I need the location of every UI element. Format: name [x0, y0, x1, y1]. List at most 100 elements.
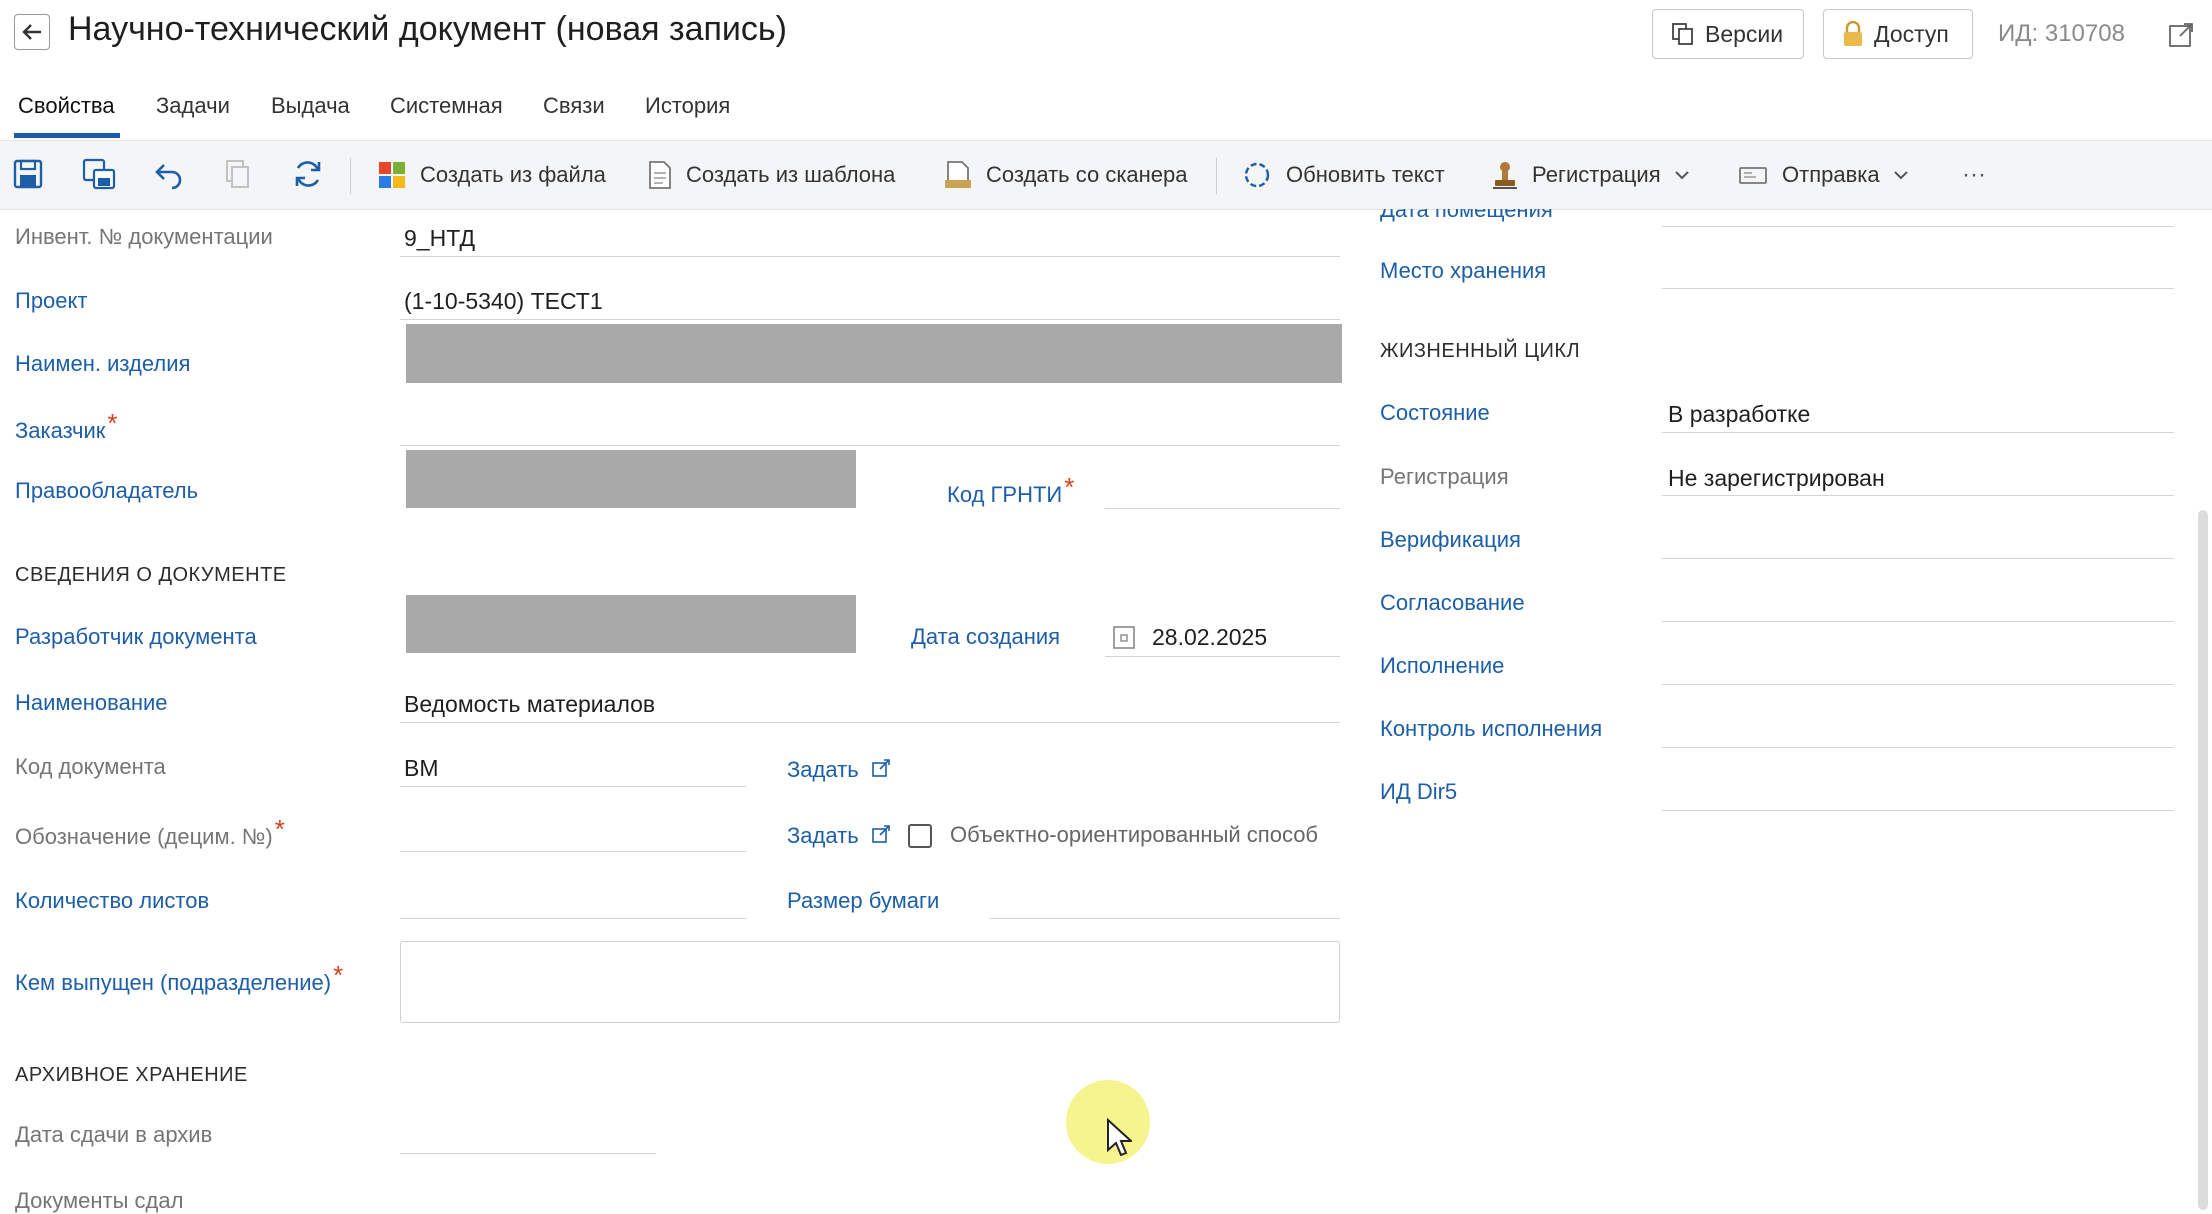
external-link-icon	[871, 825, 890, 843]
designation-label: Обозначение (децим. №)*	[15, 814, 285, 849]
create-from-template-button[interactable]: Создать из шаблона	[648, 158, 895, 192]
paper-size-label[interactable]: Размер бумаги	[787, 888, 939, 914]
inventory-number-underline	[400, 256, 1340, 257]
update-text-button[interactable]: Обновить текст	[1242, 158, 1445, 192]
dir5-id-label[interactable]: ИД Dir5	[1380, 779, 1457, 805]
project-label[interactable]: Проект	[15, 288, 87, 314]
tab-properties[interactable]: Свойства	[18, 93, 115, 119]
access-button[interactable]: Доступ	[1823, 9, 1973, 59]
registration-underline	[1662, 495, 2174, 496]
archive-date-label: Дата сдачи в архив	[15, 1122, 213, 1147]
name-underline	[400, 722, 1340, 723]
object-oriented-label-clip: Объектно-ориентированный способ	[950, 822, 1356, 848]
sending-dropdown[interactable]: Отправка	[1738, 158, 1924, 192]
sending-label: Отправка	[1782, 162, 1880, 187]
storage-place-label[interactable]: Место хранения	[1380, 258, 1546, 284]
execution-control-label[interactable]: Контроль исполнения	[1380, 716, 1602, 742]
copy-icon	[1672, 23, 1693, 45]
placement-date-label[interactable]: Дата помещения	[1380, 209, 1553, 223]
stamp-icon	[1493, 162, 1517, 189]
lock-icon	[1844, 21, 1862, 46]
create-from-scanner-label: Создать со сканера	[986, 162, 1188, 187]
save-as-icon[interactable]	[82, 158, 116, 190]
project-value[interactable]: (1-10-5340) ТЕСТ1	[404, 288, 603, 315]
toolbar-separator	[1216, 158, 1217, 194]
calendar-icon[interactable]	[1112, 624, 1136, 650]
scanner-icon	[945, 161, 971, 188]
inventory-number-label: Инвент. № документации	[15, 224, 273, 249]
tab-history[interactable]: История	[645, 93, 730, 119]
storage-place-underline	[1662, 288, 2174, 289]
save-icon[interactable]	[12, 158, 44, 190]
archive-date-underline	[400, 1153, 656, 1154]
issued-by-label[interactable]: Кем выпущен (подразделение)*	[15, 960, 343, 997]
section-lifecycle: ЖИЗНЕННЫЙ ЦИКЛ	[1380, 340, 1581, 362]
verification-label[interactable]: Верификация	[1380, 527, 1521, 553]
state-underline	[1662, 432, 2174, 433]
sync-icon	[1244, 162, 1270, 188]
approval-label[interactable]: Согласование	[1380, 590, 1525, 616]
tab-links[interactable]: Связи	[543, 93, 605, 119]
registration-label: Регистрация	[1532, 162, 1661, 187]
create-from-file-label: Создать из файла	[420, 162, 606, 187]
document-icon	[649, 161, 671, 189]
grnti-code-label[interactable]: Код ГРНТИ*	[947, 472, 1074, 509]
approval-underline	[1662, 621, 2174, 622]
inventory-number-value[interactable]: 9_НТД	[404, 225, 475, 252]
rightholder-redacted-field[interactable]	[406, 450, 856, 508]
more-button[interactable]: ···	[1962, 158, 1986, 192]
name-value[interactable]: Ведомость материалов	[404, 691, 655, 718]
document-developer-label[interactable]: Разработчик документа	[15, 624, 257, 650]
execution-label[interactable]: Исполнение	[1380, 653, 1504, 679]
document-developer-redacted-field[interactable]	[406, 595, 856, 653]
placement-date-label-clip: Дата помещения	[1380, 209, 1680, 223]
customer-label[interactable]: Заказчик*	[15, 408, 117, 445]
send-icon	[1739, 167, 1767, 184]
product-name-label[interactable]: Наимен. изделия	[15, 351, 190, 377]
back-button[interactable]	[14, 14, 50, 50]
open-external-icon[interactable]	[2168, 22, 2194, 48]
paper-size-underline	[990, 918, 1340, 919]
creation-date-value[interactable]: 28.02.2025	[1152, 624, 1267, 651]
product-name-redacted-field[interactable]	[406, 324, 1342, 383]
registration-dropdown[interactable]: Регистрация	[1492, 158, 1705, 192]
update-text-label: Обновить текст	[1286, 162, 1445, 187]
access-label: Доступ	[1874, 20, 1949, 47]
verification-underline	[1662, 558, 2174, 559]
versions-label: Версии	[1705, 20, 1784, 47]
rightholder-label[interactable]: Правообладатель	[15, 478, 198, 504]
required-asterisk: *	[107, 408, 118, 438]
tab-tasks[interactable]: Задачи	[156, 93, 230, 119]
name-label[interactable]: Наименование	[15, 690, 168, 716]
section-document-info: СВЕДЕНИЯ О ДОКУМЕНТЕ	[15, 564, 287, 586]
creation-date-underline	[1105, 656, 1340, 657]
refresh-icon[interactable]	[292, 158, 324, 190]
copy-disabled-icon[interactable]	[222, 158, 254, 190]
customer-underline	[400, 445, 1340, 446]
issued-by-textarea[interactable]	[400, 941, 1340, 1023]
create-from-file-button[interactable]: Создать из файла	[378, 158, 606, 192]
versions-button[interactable]: Версии	[1652, 9, 1804, 59]
create-from-template-label: Создать из шаблона	[686, 162, 896, 187]
object-oriented-checkbox[interactable]	[908, 824, 932, 848]
required-asterisk: *	[333, 960, 344, 990]
set-designation-link[interactable]: Задать	[787, 823, 891, 849]
document-code-value[interactable]: ВМ	[404, 755, 439, 782]
create-from-scanner-button[interactable]: Создать со сканера	[944, 158, 1188, 192]
sheet-count-label[interactable]: Количество листов	[15, 888, 209, 914]
tab-issuance[interactable]: Выдача	[271, 93, 350, 119]
execution-underline	[1662, 684, 2174, 685]
set-code-link[interactable]: Задать	[787, 757, 891, 783]
creation-date-label[interactable]: Дата создания	[911, 624, 1060, 650]
vertical-scrollbar[interactable]	[2198, 510, 2208, 1210]
state-value[interactable]: В разработке	[1668, 401, 1810, 428]
registration-value[interactable]: Не зарегистрирован	[1668, 465, 1885, 492]
designation-underline	[400, 851, 746, 852]
toolbar-separator	[350, 158, 351, 194]
registration-field-label: Регистрация	[1380, 464, 1509, 489]
state-label[interactable]: Состояние	[1380, 400, 1490, 426]
record-id: ИД: 310708	[1998, 20, 2125, 47]
tab-system[interactable]: Системная	[390, 93, 503, 119]
undo-icon[interactable]	[152, 158, 184, 190]
chevron-down-icon	[1893, 171, 1908, 180]
